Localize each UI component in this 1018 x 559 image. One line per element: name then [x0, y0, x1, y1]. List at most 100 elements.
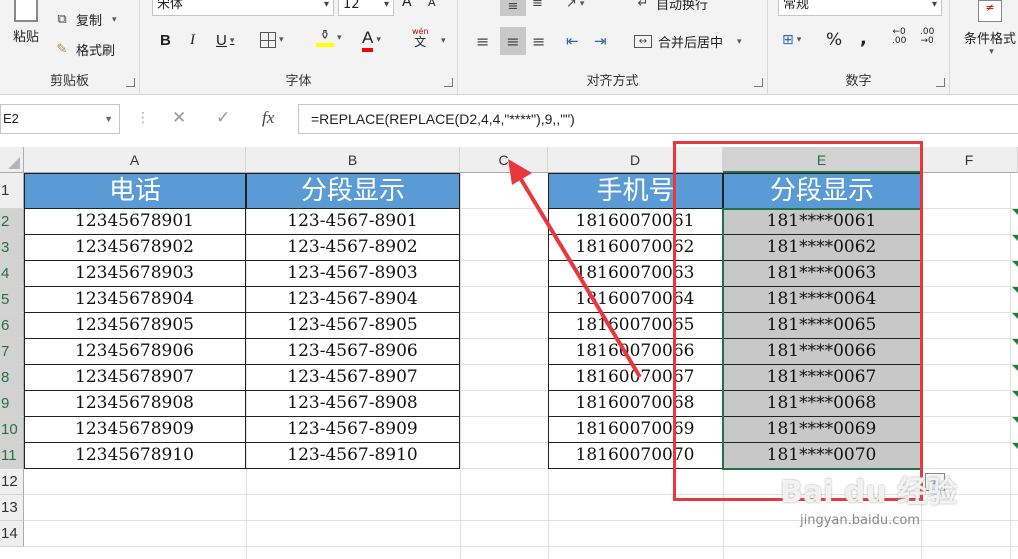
row-header-8[interactable]: 8 [0, 365, 24, 391]
name-box[interactable]: E2 ▼ [0, 104, 120, 134]
segmented-cell[interactable]: 123-4567-8901 [246, 209, 460, 235]
percent-button[interactable]: % [826, 30, 842, 50]
segmented-cell[interactable]: 123-4567-8910 [246, 443, 460, 469]
font-launcher-icon[interactable] [444, 78, 453, 87]
alignment-group: ≡ ≡ ↗ ▾ ↵ 自动换行 ≡ ≡ ≡ ⇤ ⇥ ↔ 合并后居中 ▾ 对齐方式 [458, 0, 768, 95]
row-header-5[interactable]: 5 [0, 287, 24, 313]
increase-indent-button[interactable]: ⇥ [594, 32, 607, 50]
row-header-13[interactable]: 13 [0, 495, 24, 521]
resize-grip-icon[interactable]: ⋮ [136, 110, 150, 126]
align-middle-button[interactable]: ≡ [532, 0, 543, 11]
alignment-launcher-icon[interactable] [754, 78, 763, 87]
segmented-cell[interactable]: 123-4567-8909 [246, 417, 460, 443]
clipboard-launcher-icon[interactable] [126, 78, 135, 87]
bold-button[interactable]: B [160, 32, 171, 49]
row-header-11[interactable]: 11 [0, 443, 24, 469]
chevron-down-icon: ▾ [579, 0, 585, 9]
row-header-6[interactable]: 6 [0, 313, 24, 339]
shrink-font-button[interactable]: A [428, 0, 436, 9]
align-top-icon: ≡ [507, 0, 519, 14]
align-top-button[interactable]: ≡ [500, 0, 526, 16]
row-header-9[interactable]: 9 [0, 391, 24, 417]
clipboard-group: 粘贴 ⧉ 复制 ▾ ✎ 格式刷 剪贴板 [0, 0, 140, 95]
segmented-cell[interactable]: 123-4567-8905 [246, 313, 460, 339]
font-color-button[interactable]: A ▾ [362, 28, 381, 52]
select-all-button[interactable] [0, 147, 24, 173]
column-header-a[interactable]: A [24, 147, 246, 173]
number-format-select[interactable]: 常规 ▾ [778, 0, 942, 16]
segmented-cell[interactable]: 123-4567-8904 [246, 287, 460, 313]
enter-icon[interactable]: ✓ [216, 108, 230, 128]
merge-center-button[interactable]: ↔ 合并后居中 ▾ [634, 32, 742, 51]
underline-button[interactable]: U ▾ [216, 32, 234, 49]
wrap-text-button[interactable]: ↵ 自动换行 [634, 0, 708, 13]
align-right-button[interactable]: ≡ [532, 32, 545, 51]
error-indicator-icon [1012, 235, 1018, 241]
segmented-cell[interactable]: 123-4567-8907 [246, 365, 460, 391]
row-header-1[interactable]: 1 [0, 173, 24, 209]
format-painter-button[interactable]: ✎ 格式刷 [54, 40, 115, 59]
row-header-14[interactable]: 14 [0, 521, 24, 547]
chevron-down-icon: ▾ [279, 35, 284, 45]
border-grid-icon [260, 32, 276, 48]
decrease-indent-button[interactable]: ⇤ [566, 32, 579, 50]
merge-icon: ↔ [634, 35, 652, 48]
orientation-button[interactable]: ↗ ▾ [566, 0, 584, 11]
phonetic-button[interactable]: wén 文 [412, 28, 429, 49]
phone-cell[interactable]: 12345678903 [24, 261, 246, 287]
paint-bucket-icon: ⚱ [316, 28, 334, 47]
number-launcher-icon[interactable] [936, 78, 945, 87]
phone-cell[interactable]: 12345678908 [24, 391, 246, 417]
fill-color-button[interactable]: ⚱ ▾ [316, 28, 342, 47]
align-center-button[interactable]: ≡ [500, 27, 526, 55]
phone-cell[interactable]: 12345678907 [24, 365, 246, 391]
formula-input[interactable]: =REPLACE(REPLACE(D2,4,4,"****"),9,,"") [298, 104, 1018, 134]
row-header-10[interactable]: 10 [0, 417, 24, 443]
clipboard-group-label: 剪贴板 [49, 74, 89, 89]
grow-font-button[interactable]: A [402, 0, 412, 10]
increase-decimal-button[interactable]: ←0 .00 [892, 28, 906, 46]
column-header-b[interactable]: B [246, 147, 460, 173]
phone-cell[interactable]: 12345678904 [24, 287, 246, 313]
row-header-2[interactable]: 2 [0, 209, 24, 235]
copy-button[interactable]: ⧉ 复制 ▾ [54, 10, 117, 29]
phone-cell[interactable]: 12345678906 [24, 339, 246, 365]
error-indicator-icon [1012, 261, 1018, 267]
italic-button[interactable]: I [190, 32, 195, 49]
segmented-cell[interactable]: 123-4567-8903 [246, 261, 460, 287]
column-header-f[interactable]: F [921, 147, 1018, 173]
font-name-select[interactable]: 宋体 ▾ [152, 0, 334, 16]
segmented-cell[interactable]: 123-4567-8906 [246, 339, 460, 365]
chevron-down-icon: ▾ [112, 14, 117, 25]
phonetic-dropdown[interactable]: ▾ [438, 36, 446, 46]
header-cell-a1[interactable]: 电话 [24, 173, 246, 209]
phone-cell[interactable]: 12345678901 [24, 209, 246, 235]
segmented-cell[interactable]: 123-4567-8908 [246, 391, 460, 417]
watermark-brand: Bai du 经验 [780, 475, 958, 510]
name-box-value: E2 [3, 111, 19, 126]
row-header-12[interactable]: 12 [0, 469, 24, 495]
align-left-button[interactable]: ≡ [476, 32, 489, 51]
row-header-4[interactable]: 4 [0, 261, 24, 287]
phone-cell[interactable]: 12345678909 [24, 417, 246, 443]
worksheet-grid[interactable]: A B C D E F 1 2 3 4 5 6 7 8 9 10 11 12 13 14 电话 分段显示 手机… [0, 141, 1018, 559]
conditional-format-button[interactable]: ≠ 条件格式 ▾ [964, 0, 1016, 57]
header-cell-b1[interactable]: 分段显示 [246, 173, 460, 209]
cancel-icon[interactable]: ✕ [172, 108, 186, 128]
chevron-down-icon: ▾ [323, 0, 329, 10]
font-size-select[interactable]: 12 ▾ [338, 0, 394, 16]
insert-function-icon[interactable]: fx [262, 108, 274, 128]
comma-button[interactable]: , [860, 28, 867, 49]
accounting-format-button[interactable]: ⊞ ▾ [782, 32, 801, 48]
phone-cell[interactable]: 12345678905 [24, 313, 246, 339]
phone-cell[interactable]: 12345678902 [24, 235, 246, 261]
segmented-cell[interactable]: 123-4567-8902 [246, 235, 460, 261]
font-group-label: 字体 [285, 74, 312, 89]
row-header-7[interactable]: 7 [0, 339, 24, 365]
row-header-3[interactable]: 3 [0, 235, 24, 261]
phone-cell[interactable]: 12345678910 [24, 443, 246, 469]
paste-button[interactable]: 粘贴 [4, 0, 48, 45]
borders-button[interactable]: ▾ [260, 32, 284, 48]
annotation-highlight-box [673, 141, 923, 501]
decrease-decimal-button[interactable]: .00 →0 [920, 28, 934, 46]
